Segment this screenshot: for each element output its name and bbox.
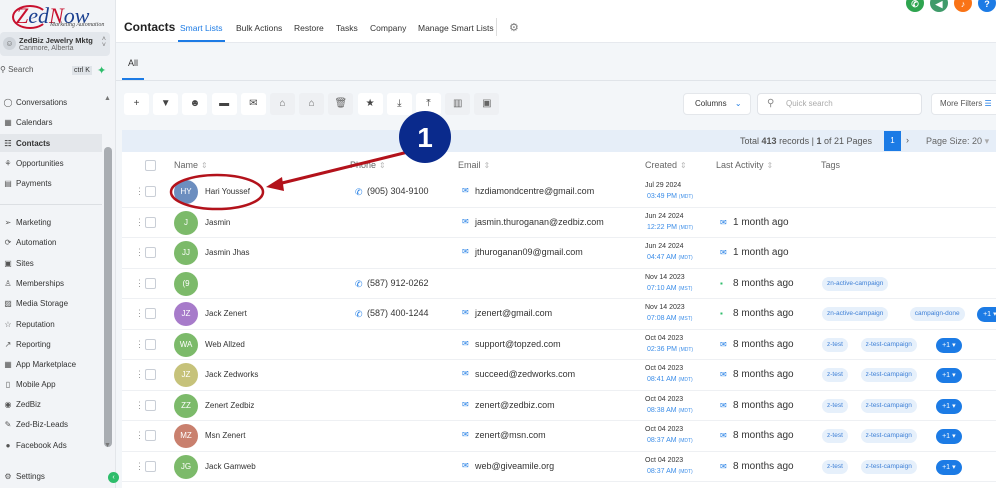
arrow-head-icon [266, 177, 284, 191]
step-number: 1 [417, 122, 433, 153]
highlight-ellipse [169, 173, 265, 211]
annotation-overlay: 1 [169, 111, 451, 211]
annotation-arrow [277, 150, 409, 186]
